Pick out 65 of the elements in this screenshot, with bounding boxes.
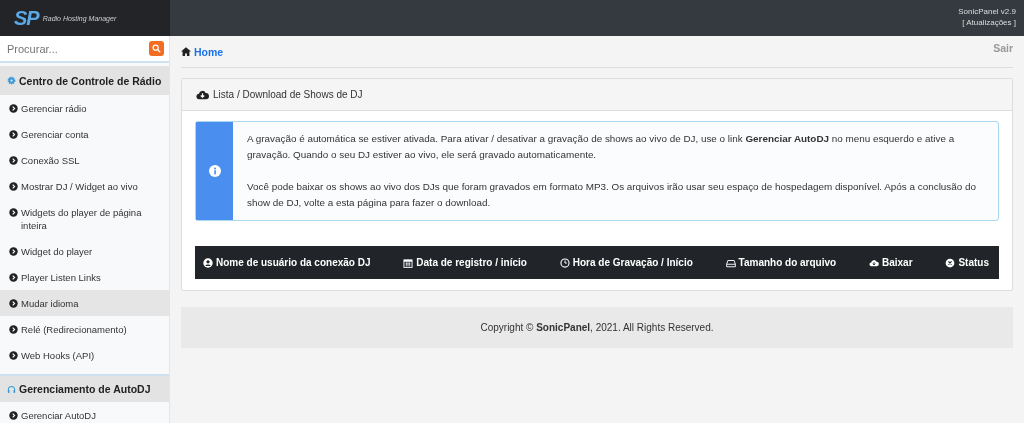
sidebar-item-label: Widgets do player de página inteira	[21, 206, 143, 232]
chevron-circle-icon	[9, 325, 18, 334]
sidebar-item[interactable]: Gerenciar AutoDJ	[0, 402, 169, 423]
sidebar-section-header[interactable]: Gerenciamento de AutoDJ	[0, 374, 169, 402]
column-header: Hora de Gravação / Início	[572, 257, 693, 268]
info-icon	[208, 165, 221, 177]
sidebar-item[interactable]: Mudar idioma	[0, 290, 169, 316]
search-field[interactable]: Procurar...	[0, 36, 169, 63]
alert-paragraph: A gravação é automática se estiver ativada. Para ativar / desativar a gravação de shows ao vivo de DJ, use o link Gerenciar AutoDJ no menu esquerdo e ative a gravação. Quando o seu DJ estiver ao vivo, ele será gravado automaticamente.	[247, 132, 956, 162]
updates-link[interactable]: [ Atualizações ]	[962, 17, 1016, 28]
chevron-circle-icon	[9, 130, 18, 139]
logo-mark: SP	[14, 6, 39, 30]
headphones-icon	[7, 384, 16, 394]
alert-paragraph: Você pode baixar os shows ao vivo dos DJs que foram gravados em formato MP3. Os arquivos irão usar seu espaço de hospedagem disponível. Após a conclusão do show de DJ, volte a esta página para fazer o download.	[247, 180, 977, 210]
copyright-text: Copyright © SonicPanel, 2021. All Rights Reserved.	[480, 322, 714, 333]
sidebar-item[interactable]: Relé (Redirecionamento)	[0, 316, 169, 342]
chevron-circle-icon	[9, 299, 18, 308]
sidebar-item-label: Mudar idioma	[21, 297, 79, 310]
sidebar-item[interactable]: Gerenciar rádio	[0, 95, 169, 121]
cloud-download-icon	[196, 89, 209, 100]
chevron-circle-icon	[9, 104, 18, 113]
section-title: Centro de Controle de Rádio	[19, 74, 162, 87]
chevron-circle-icon	[9, 208, 18, 217]
chevron-circle-icon	[9, 411, 18, 420]
sidebar-item-label: Gerenciar rádio	[21, 102, 87, 115]
chevron-circle-icon	[9, 156, 18, 165]
section-title: Gerenciamento de AutoDJ	[19, 383, 151, 395]
column-header: Tamanho do arquivo	[738, 257, 837, 268]
sidebar-item-label: Widget do player	[21, 245, 93, 258]
column-header: Baixar	[882, 257, 913, 268]
sidebar-item[interactable]: Player Listen Links	[0, 264, 169, 290]
sidebar-item-label: Relé (Redirecionamento)	[21, 323, 127, 336]
cloud-download-icon	[869, 257, 879, 268]
calendar-icon	[403, 257, 414, 268]
chevron-circle-icon	[9, 182, 18, 191]
chevron-circle-icon	[9, 351, 18, 360]
chevron-circle-icon	[9, 273, 18, 282]
home-link[interactable]: Home	[181, 45, 224, 58]
sidebar-item-label: Conexão SSL	[21, 154, 80, 167]
clock-icon	[559, 257, 570, 268]
column-header: Status	[958, 257, 989, 268]
search-icon	[152, 44, 161, 53]
sidebar-section-header[interactable]: Centro de Controle de Rádio	[0, 66, 169, 95]
sidebar-item-label: Web Hooks (API)	[21, 349, 95, 362]
sidebar-item[interactable]: Gerenciar conta	[0, 121, 169, 147]
column-header: Data de registro / início	[416, 257, 527, 268]
sidebar-item[interactable]: Widget do player	[0, 238, 169, 264]
search-button[interactable]	[149, 41, 164, 56]
hard-drive-icon	[725, 257, 736, 268]
user-circle-icon	[203, 257, 213, 268]
version-label: SonicPanel v2.9	[958, 6, 1016, 17]
home-icon	[181, 47, 191, 56]
sidebar-item-label: Player Listen Links	[21, 271, 101, 284]
sidebar-item[interactable]: Widgets do player de página inteira	[0, 199, 169, 238]
column-header: Nome de usuário da conexão DJ	[216, 257, 371, 268]
chevron-circle-icon	[9, 247, 18, 256]
panel-title: Lista / Download de Shows de DJ	[213, 89, 363, 100]
sidebar-item-label: Gerenciar AutoDJ	[21, 409, 96, 422]
sidebar-item[interactable]: Web Hooks (API)	[0, 342, 169, 368]
close-circle-icon	[945, 257, 956, 268]
sidebar-item-label: Mostrar DJ / Widget ao vivo	[21, 180, 138, 193]
sidebar-item[interactable]: Conexão SSL	[0, 147, 169, 173]
sidebar-item[interactable]: Mostrar DJ / Widget ao vivo	[0, 173, 169, 199]
sidebar-item-label: Gerenciar conta	[21, 128, 89, 141]
gear-icon	[7, 76, 16, 85]
